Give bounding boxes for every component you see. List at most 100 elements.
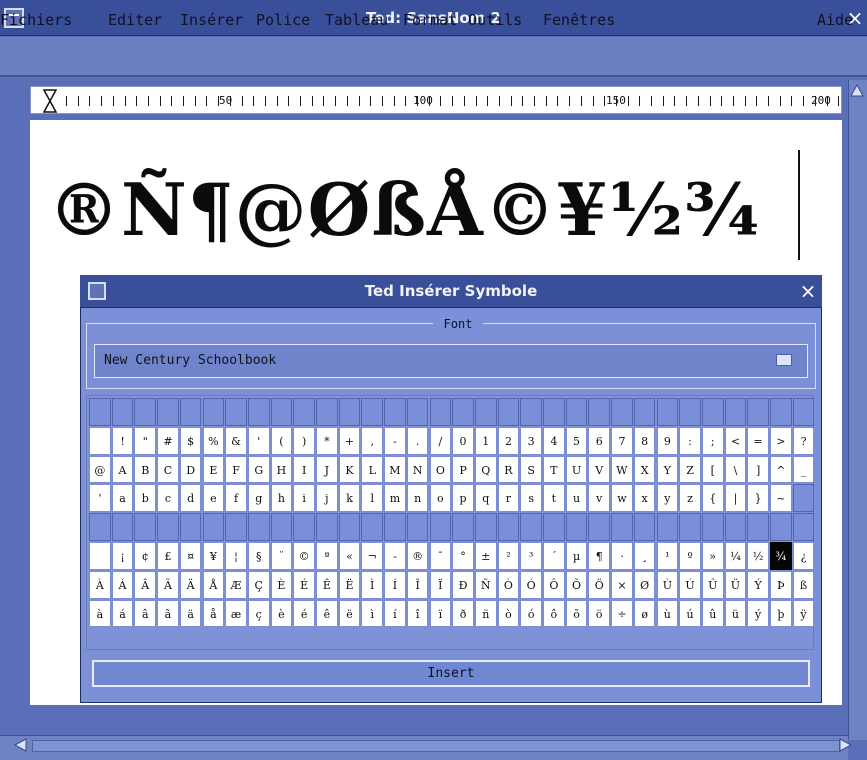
symbol-cell[interactable]: d [179, 484, 202, 513]
symbol-cell[interactable]: õ [565, 599, 588, 628]
symbol-cell[interactable]: Z [679, 455, 701, 484]
symbol-cell[interactable]: 4 [543, 426, 565, 455]
menu-inserer[interactable]: Insérer [180, 10, 243, 30]
symbol-cell[interactable]: ] [747, 455, 769, 484]
symbol-cell[interactable]: ¤ [179, 542, 202, 570]
symbol-cell[interactable]: Å [202, 570, 225, 599]
symbol-cell[interactable] [656, 398, 679, 426]
symbol-cell[interactable] [520, 513, 542, 541]
symbol-cell[interactable]: ® [406, 542, 429, 570]
symbol-cell[interactable] [406, 398, 429, 426]
symbol-cell[interactable]: r [497, 484, 520, 513]
symbol-cell[interactable]: b [134, 484, 157, 513]
symbol-cell[interactable] [701, 398, 724, 426]
symbol-cell[interactable]: $ [179, 426, 202, 455]
symbol-cell[interactable]: O [429, 455, 452, 484]
symbol-cell[interactable] [474, 398, 497, 426]
symbol-cell[interactable]: D [179, 455, 202, 484]
symbol-cell[interactable]: ã [157, 599, 179, 628]
menu-aide[interactable]: Aide [817, 10, 853, 30]
symbol-cell[interactable] [565, 513, 588, 541]
symbol-cell[interactable]: v [588, 484, 611, 513]
ruler-tab-marker-icon[interactable] [43, 89, 57, 113]
symbol-cell[interactable]: Ì [361, 570, 384, 599]
symbol-cell[interactable] [679, 398, 701, 426]
symbol-cell[interactable] [770, 398, 792, 426]
symbol-cell[interactable]: H [270, 455, 293, 484]
symbol-cell[interactable]: ê [316, 599, 338, 628]
symbol-cell[interactable]: ù [656, 599, 679, 628]
symbol-cell[interactable] [792, 398, 815, 426]
symbol-cell[interactable] [338, 513, 361, 541]
symbol-cell[interactable]: \ [724, 455, 747, 484]
symbol-cell[interactable]: Þ [770, 570, 792, 599]
symbol-cell[interactable]: , [361, 426, 384, 455]
symbol-cell[interactable]: Í [384, 570, 406, 599]
symbol-cell[interactable]: t [543, 484, 565, 513]
symbol-cell[interactable]: l [361, 484, 384, 513]
symbol-cell[interactable]: # [157, 426, 179, 455]
symbol-cell[interactable]: R [497, 455, 520, 484]
symbol-cell[interactable]: % [202, 426, 225, 455]
symbol-cell[interactable]: z [679, 484, 701, 513]
symbol-cell[interactable]: ¾ [770, 542, 792, 570]
symbol-cell[interactable]: 1 [474, 426, 497, 455]
symbol-cell[interactable] [633, 513, 656, 541]
symbol-cell[interactable]: I [293, 455, 315, 484]
symbol-cell[interactable]: ç [247, 599, 270, 628]
symbol-cell[interactable]: ¡ [111, 542, 134, 570]
symbol-cell[interactable] [316, 398, 338, 426]
symbol-cell[interactable]: · [611, 542, 633, 570]
symbol-cell[interactable]: ø [633, 599, 656, 628]
symbol-cell[interactable] [89, 398, 111, 426]
symbol-cell[interactable] [520, 398, 542, 426]
symbol-cell[interactable]: £ [157, 542, 179, 570]
vertical-scrollbar[interactable] [848, 80, 867, 740]
menu-tableau[interactable]: Tableau [325, 10, 388, 30]
symbol-cell[interactable]: s [520, 484, 542, 513]
symbol-cell[interactable]: 9 [656, 426, 679, 455]
symbol-cell[interactable] [202, 398, 225, 426]
symbol-cell[interactable]: Y [656, 455, 679, 484]
symbol-cell[interactable] [157, 398, 179, 426]
symbol-cell[interactable]: L [361, 455, 384, 484]
symbol-cell[interactable]: Ê [316, 570, 338, 599]
symbol-cell[interactable]: N [406, 455, 429, 484]
menu-editer[interactable]: Editer [108, 10, 162, 30]
symbol-cell[interactable]: » [701, 542, 724, 570]
symbol-cell[interactable]: ^ [770, 455, 792, 484]
symbol-cell[interactable] [89, 513, 111, 541]
symbol-cell[interactable] [179, 513, 202, 541]
symbol-cell[interactable]: ! [111, 426, 134, 455]
symbol-cell[interactable]: M [384, 455, 406, 484]
symbol-cell[interactable]: Â [134, 570, 157, 599]
symbol-cell[interactable]: Ð [452, 570, 474, 599]
symbol-cell[interactable] [179, 398, 202, 426]
symbol-cell[interactable]: ¿ [792, 542, 815, 570]
symbol-cell[interactable] [747, 513, 769, 541]
symbol-cell[interactable]: A [111, 455, 134, 484]
dropdown-button-icon[interactable] [776, 354, 792, 366]
menu-outils[interactable]: Outils [468, 10, 522, 30]
symbol-cell[interactable] [792, 513, 815, 541]
symbol-cell[interactable]: a [111, 484, 134, 513]
scroll-left-arrow-icon[interactable] [12, 736, 28, 754]
symbol-cell[interactable]: ¶ [588, 542, 611, 570]
symbol-cell[interactable]: ¸ [633, 542, 656, 570]
symbol-cell[interactable]: j [316, 484, 338, 513]
symbol-cell[interactable]: h [270, 484, 293, 513]
symbol-cell[interactable]: / [429, 426, 452, 455]
symbol-cell[interactable]: u [565, 484, 588, 513]
symbol-cell[interactable]: p [452, 484, 474, 513]
symbol-cell[interactable]: ´ [543, 542, 565, 570]
symbol-cell[interactable]: Ý [747, 570, 769, 599]
dialog-close-button[interactable]: × [798, 280, 818, 302]
symbol-cell[interactable]: _ [792, 455, 815, 484]
symbol-cell[interactable]: + [338, 426, 361, 455]
symbol-cell[interactable]: « [338, 542, 361, 570]
symbol-cell[interactable]: { [701, 484, 724, 513]
symbol-cell[interactable] [406, 513, 429, 541]
symbol-cell[interactable] [134, 513, 157, 541]
symbol-grid[interactable]: ! " # $% & '() * +, -./0 1 2 3 4 5 6 7 8 9:; < = >? @ A B C D E F G H… [86, 395, 815, 650]
symbol-cell[interactable] [792, 484, 815, 513]
